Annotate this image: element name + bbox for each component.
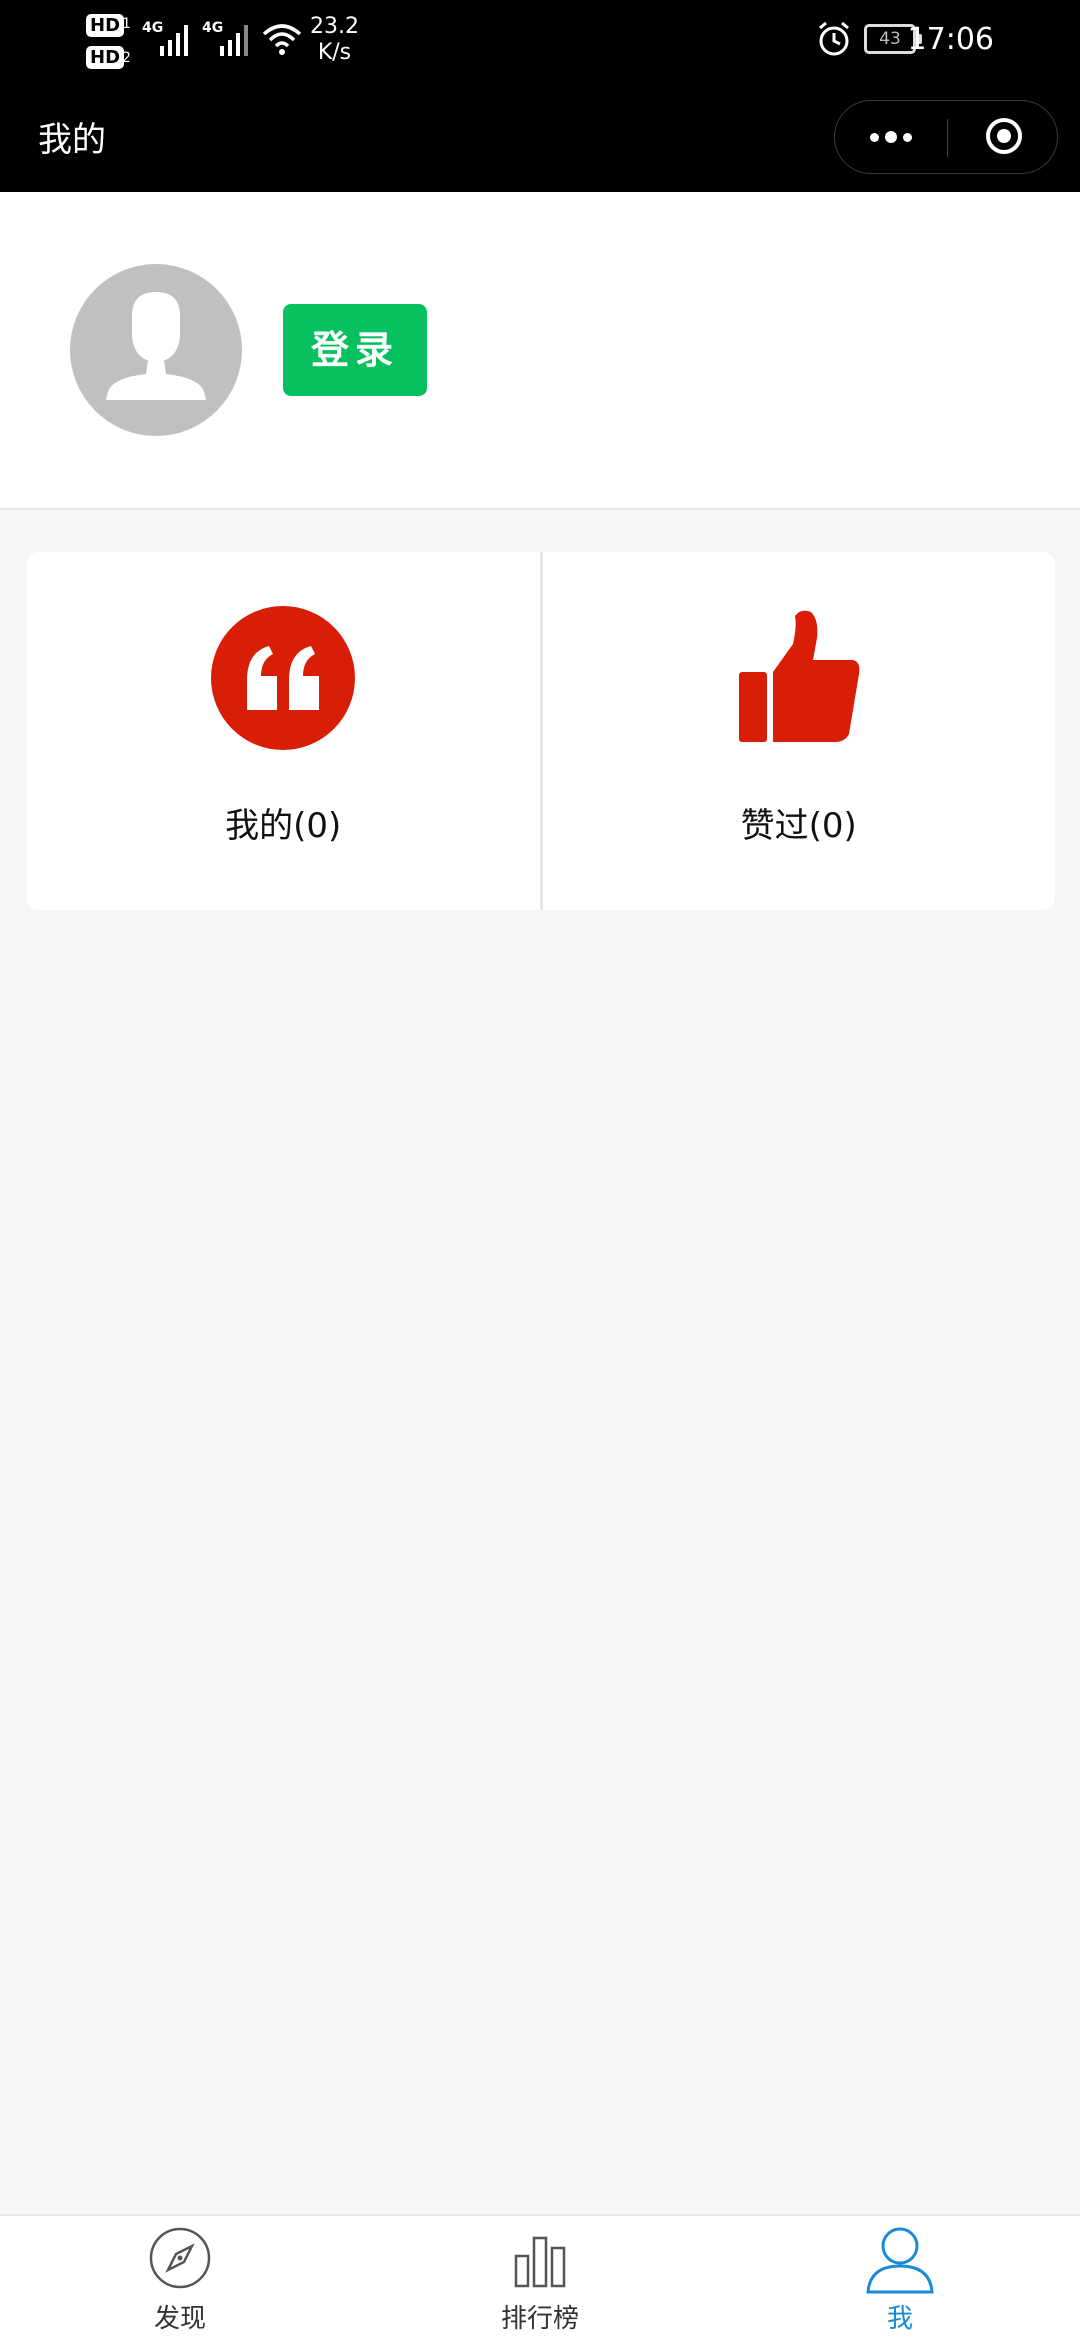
- tab-me-label: 我: [886, 2304, 913, 2334]
- thumbs-up-icon: [738, 610, 860, 742]
- liked-card[interactable]: 赞过(0): [539, 552, 1056, 910]
- tab-discover-label: 发现: [153, 2304, 206, 2334]
- stats-cards: 我的(0) 赞过(0): [27, 552, 1055, 910]
- tab-ranking-label: 排行榜: [500, 2304, 579, 2334]
- liked-label: 赞过(0): [740, 806, 857, 846]
- hd1-number: 1: [122, 16, 131, 32]
- close-target-icon[interactable]: [984, 116, 1024, 156]
- speed-unit: K/s: [317, 40, 352, 65]
- user-icon: [866, 2227, 934, 2294]
- bar-chart-icon: [514, 2236, 566, 2288]
- hd1-badge: HD: [86, 14, 125, 37]
- wifi-icon: [262, 24, 302, 55]
- status-time: 17:06: [907, 22, 994, 57]
- my-quotes-label: 我的(0): [225, 806, 342, 846]
- my-quotes-card[interactable]: 我的(0): [27, 552, 540, 910]
- more-button[interactable]: [835, 101, 947, 173]
- more-dot-icon: [885, 131, 897, 143]
- network-speed: 23.2 K/s: [310, 14, 359, 66]
- alarm-icon: [819, 21, 849, 56]
- speed-value: 23.2: [310, 14, 359, 39]
- bottom-tab-bar: 发现 排行榜 我: [0, 2214, 1080, 2342]
- top-bar: HD 1 HD 2 4G 4G 23.2 K/s 43 17:06 我的: [0, 0, 1080, 192]
- login-button[interactable]: 登录: [283, 304, 427, 396]
- avatar: [70, 264, 242, 436]
- quote-icon: [211, 606, 356, 750]
- status-bar: HD 1 HD 2 4G 4G 23.2 K/s 43 17:06: [0, 0, 1080, 84]
- hd2-number: 2: [122, 50, 131, 66]
- tab-discover[interactable]: 发现: [0, 2216, 360, 2342]
- hd2-badge: HD: [86, 46, 125, 69]
- signal-icon: [160, 25, 188, 56]
- capsule-divider: [947, 119, 948, 157]
- more-dot-icon: [903, 132, 912, 142]
- profile-section: 登录: [0, 192, 1080, 510]
- compass-icon: [149, 2227, 211, 2289]
- page-title: 我的: [38, 120, 106, 160]
- signal-icon-2: [220, 25, 248, 56]
- more-dot-icon: [870, 132, 879, 142]
- mini-program-capsule: [834, 100, 1058, 174]
- tab-ranking[interactable]: 排行榜: [360, 2216, 720, 2342]
- default-user-icon: [106, 292, 206, 400]
- tab-me[interactable]: 我: [720, 2216, 1080, 2342]
